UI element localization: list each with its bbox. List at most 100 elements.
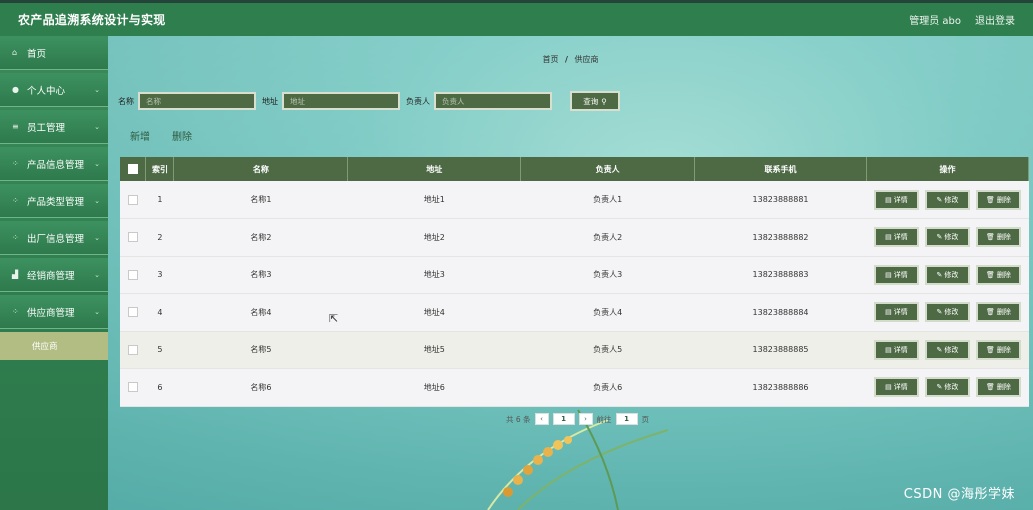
sidebar-sub-item-supplier[interactable]: 供应商 [0, 332, 108, 360]
prev-page-button[interactable]: ‹ [534, 413, 549, 425]
edit-button[interactable]: ✎ 修改 [924, 189, 970, 210]
cell-phone: 13823888886 [752, 382, 809, 392]
logout-link[interactable]: 退出登录 [975, 12, 1015, 27]
sidebar-item-3[interactable]: ⁘ 产品信息管理 ⌄ [0, 147, 108, 181]
breadcrumb-current: 供应商 [574, 55, 599, 64]
delete-label: 删除 [996, 345, 1011, 354]
row-checkbox[interactable] [127, 232, 138, 243]
detail-label: 详情 [893, 308, 908, 317]
cell-person: 负责人6 [593, 382, 623, 392]
edit-button[interactable]: ✎ 修改 [924, 264, 970, 285]
edit-button[interactable]: ✎ 修改 [924, 377, 970, 398]
sidebar-item-2[interactable]: ≡ 员工管理 ⌄ [0, 110, 108, 144]
edit-button[interactable]: ✎ 修改 [924, 227, 970, 248]
delete-button[interactable]: 🗑 删除 [975, 227, 1021, 248]
cell-address: 地址5 [423, 345, 445, 355]
detail-button[interactable]: ▤ 详情 [873, 302, 919, 323]
sidebar-item-7[interactable]: ⁘ 供应商管理 ⌄ [0, 295, 108, 329]
app-title: 农产品追溯系统设计与实现 [18, 13, 166, 27]
pencil-icon: ✎ [936, 345, 943, 354]
edit-button[interactable]: ✎ 修改 [924, 302, 970, 323]
col-header-index: 索引 [145, 157, 175, 181]
cell-ops: ▤ 详情 ✎ 修改 🗑 删除 [866, 369, 1028, 407]
person-search-input[interactable] [434, 92, 552, 110]
detail-label: 详情 [893, 270, 908, 279]
delete-button[interactable]: 🗑 删除 [975, 264, 1021, 285]
cell-name: 名称6 [250, 382, 272, 392]
cell-ops: ▤ 详情 ✎ 修改 🗑 删除 [866, 331, 1028, 369]
cell-index: 6 [157, 382, 163, 392]
pager-goto-label: 前往 [596, 414, 612, 424]
row-select-cell [120, 294, 146, 332]
name-search-input[interactable] [138, 92, 256, 110]
search-button[interactable]: 查询 ⚲ [570, 91, 620, 111]
detail-button[interactable]: ▤ 详情 [873, 377, 919, 398]
address-search-label: 地址 [262, 96, 278, 106]
cell-index: 3 [157, 270, 163, 280]
cell-ops: ▤ 详情 ✎ 修改 🗑 删除 [866, 256, 1028, 294]
cell-index: 2 [157, 232, 163, 242]
sidebar-item-0[interactable]: ⌂ 首页 [0, 36, 108, 70]
cell-address: 地址1 [423, 195, 445, 204]
detail-button[interactable]: ▤ 详情 [873, 189, 919, 210]
home-icon: ⌂ [12, 48, 18, 57]
cell-name: 名称2 [250, 232, 272, 242]
detail-button[interactable]: ▤ 详情 [873, 264, 919, 285]
edit-label: 修改 [944, 308, 959, 317]
row-checkbox[interactable] [127, 344, 138, 355]
next-page-button[interactable]: › [578, 413, 593, 425]
cell-ops: ▤ 详情 ✎ 修改 🗑 删除 [866, 294, 1028, 332]
table-header-row: 索引 名称 地址 负责人 联系手机 操作 [120, 157, 1030, 181]
pager-goto-suffix: 页 [641, 414, 650, 424]
row-select-cell [120, 181, 146, 219]
delete-button[interactable]: 🗑 删除 [975, 339, 1021, 360]
sidebar-item-5[interactable]: ⁘ 出厂信息管理 ⌄ [0, 221, 108, 255]
delete-button[interactable]: 🗑 删除 [975, 377, 1021, 398]
col-header-ops: 操作 [866, 157, 1030, 181]
col-header-name: 名称 [173, 157, 349, 181]
trash-icon: 🗑 [986, 345, 995, 354]
detail-label: 详情 [893, 345, 908, 354]
select-all-checkbox[interactable] [127, 164, 138, 174]
cell-index: 1 [157, 195, 163, 204]
edit-label: 修改 [944, 383, 959, 392]
address-search-input[interactable] [282, 92, 400, 110]
delete-label: 删除 [996, 195, 1011, 204]
current-page[interactable]: 1 [552, 413, 575, 425]
row-checkbox[interactable] [127, 269, 138, 280]
goto-page-input[interactable]: 1 [615, 413, 638, 425]
cell-person: 负责人4 [593, 307, 623, 317]
row-select-cell [120, 219, 146, 257]
row-checkbox[interactable] [127, 382, 138, 393]
detail-label: 详情 [893, 383, 908, 392]
batch-delete-button[interactable]: 删除 [172, 128, 192, 143]
detail-button[interactable]: ▤ 详情 [873, 227, 919, 248]
sidebar-item-label: 首页 [27, 48, 47, 60]
detail-button[interactable]: ▤ 详情 [873, 339, 919, 360]
cell-name: 名称5 [250, 345, 272, 355]
cell-name: 名称1 [250, 195, 272, 204]
main-content: 首页 / 供应商 名称 地址 负责人 查询 ⚲ 新增 删除 索引 [108, 36, 1033, 510]
sidebar-item-1[interactable]: ● 个人中心 ⌄ [0, 73, 108, 107]
detail-icon: ▤ [885, 195, 892, 204]
row-checkbox[interactable] [127, 194, 138, 205]
detail-icon: ▤ [885, 383, 892, 392]
detail-icon: ▤ [885, 270, 892, 279]
pencil-icon: ✎ [936, 195, 943, 204]
delete-button[interactable]: 🗑 删除 [975, 302, 1021, 323]
search-icon: ⚲ [601, 96, 607, 106]
sidebar-item-6[interactable]: ▟ 经销商管理 ⌄ [0, 258, 108, 292]
cell-index: 5 [157, 345, 163, 355]
table-row: 2 名称2 地址2 负责人2 13823888882 ▤ 详情 ✎ 修改 🗑 删除 [120, 218, 1029, 257]
add-button[interactable]: 新增 [130, 128, 150, 143]
detail-label: 详情 [893, 195, 908, 204]
delete-label: 删除 [996, 270, 1011, 279]
cell-ops: ▤ 详情 ✎ 修改 🗑 删除 [866, 181, 1028, 219]
sidebar-item-4[interactable]: ⁘ 产品类型管理 ⌄ [0, 184, 108, 218]
sidebar-item-label: 出厂信息管理 [27, 233, 85, 245]
grid-icon: ⁘ [12, 196, 19, 205]
edit-button[interactable]: ✎ 修改 [924, 339, 970, 360]
delete-button[interactable]: 🗑 删除 [975, 189, 1021, 210]
breadcrumb-home[interactable]: 首页 [542, 55, 558, 64]
row-checkbox[interactable] [127, 307, 138, 318]
